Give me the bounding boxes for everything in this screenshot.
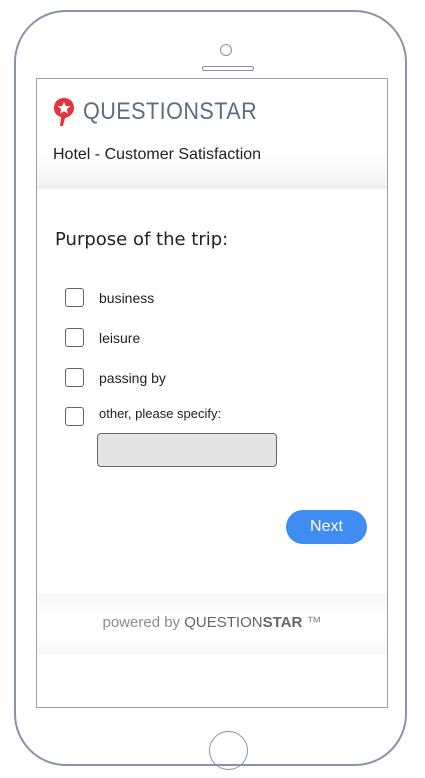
- brand-name: QUESTIONSTAR: [83, 98, 258, 125]
- option-leisure[interactable]: leisure: [65, 328, 140, 347]
- survey-title: Hotel - Customer Satisfaction: [53, 146, 262, 163]
- footer-brand-question: QUESTION: [184, 614, 263, 631]
- option-other[interactable]: other, please specify:: [65, 406, 222, 426]
- question-title: Purpose of the trip:: [55, 229, 229, 250]
- speaker-grille: [202, 66, 254, 71]
- checkbox-other[interactable]: [65, 407, 84, 426]
- checkbox-business[interactable]: [65, 288, 84, 307]
- brand-logo: QUESTIONSTAR: [53, 97, 277, 127]
- option-label: leisure: [99, 329, 141, 346]
- next-button[interactable]: Next: [286, 510, 367, 544]
- other-specify-input[interactable]: [97, 433, 277, 467]
- questionstar-logo-icon: [54, 98, 74, 126]
- option-passing-by[interactable]: passing by: [65, 368, 166, 387]
- option-label: other, please specify:: [99, 406, 222, 421]
- survey-screen: QUESTIONSTAR Hotel - Customer Satisfacti…: [36, 78, 388, 708]
- powered-by-label: powered by: [102, 614, 181, 631]
- survey-footer: powered by QUESTIONSTAR ™: [37, 594, 387, 654]
- option-business[interactable]: business: [65, 288, 154, 307]
- trademark-symbol: ™: [306, 614, 322, 631]
- option-label: business: [99, 289, 155, 306]
- camera-icon: [220, 44, 232, 56]
- powered-by-text: powered by QUESTIONSTAR ™: [37, 614, 387, 631]
- survey-header: QUESTIONSTAR Hotel - Customer Satisfacti…: [37, 79, 387, 189]
- checkbox-leisure[interactable]: [65, 328, 84, 347]
- home-button[interactable]: [209, 731, 248, 770]
- footer-brand-star: STAR: [262, 614, 303, 631]
- option-label: passing by: [99, 369, 166, 386]
- checkbox-passing-by[interactable]: [65, 368, 84, 387]
